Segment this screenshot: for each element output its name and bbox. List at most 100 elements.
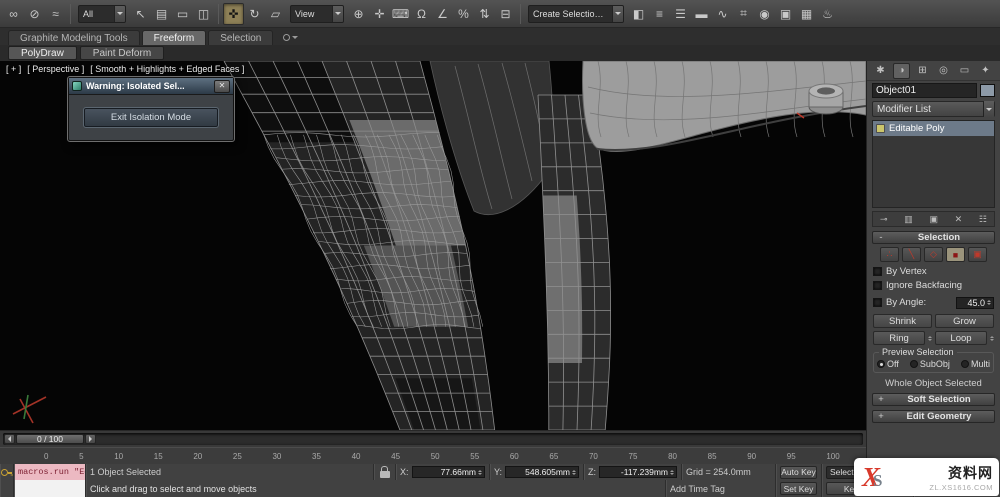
object-color-swatch[interactable] <box>980 84 995 97</box>
close-icon[interactable]: ✕ <box>214 79 230 93</box>
layer-manager-icon[interactable]: ☰ <box>670 3 691 25</box>
macro-recorder-field[interactable]: macros.run "Ed <box>14 464 86 480</box>
align-icon[interactable]: ≡ <box>649 3 670 25</box>
tab-freeform[interactable]: Freeform <box>141 30 207 45</box>
ring-spinner-icon[interactable] <box>928 334 932 343</box>
viewport-shading-menu[interactable]: [ Smooth + Highlights + Edged Faces ] <box>90 64 244 74</box>
tab-selection[interactable]: Selection <box>208 30 274 45</box>
pin-stack-icon[interactable]: ⊸ <box>880 214 888 225</box>
bind-to-space-warp-icon[interactable]: ≈ <box>45 3 66 25</box>
command-tab-modify[interactable]: ◑ <box>893 62 910 79</box>
dialog-title-bar[interactable]: Warning: Isolated Sel... ✕ <box>69 78 233 95</box>
tab-graphite-modeling-tools[interactable]: Graphite Modeling Tools <box>8 30 140 45</box>
command-tab-create[interactable]: ✱ <box>872 63 889 79</box>
ribbon-toggle-icon[interactable]: ▬ <box>691 3 712 25</box>
z-coordinate-field[interactable]: -117.239mm <box>599 466 677 478</box>
spinner-icon[interactable] <box>987 298 991 307</box>
chevron-down-icon[interactable] <box>983 101 994 117</box>
chevron-down-icon[interactable] <box>114 5 125 22</box>
subobject-edge-icon[interactable]: ╲ <box>902 247 921 262</box>
preview-subobj-radio[interactable]: SubObj <box>909 359 950 369</box>
snaps-toggle-icon[interactable]: Ω <box>411 3 432 25</box>
loop-spinner-icon[interactable] <box>990 334 994 343</box>
subobject-border-icon[interactable]: ◇ <box>924 247 943 262</box>
chevron-down-icon[interactable] <box>612 5 623 22</box>
maxscript-listener-field[interactable] <box>14 480 86 497</box>
reference-coordinate-dropdown[interactable]: View <box>290 4 344 23</box>
ignore-backfacing-checkbox[interactable]: Ignore Backfacing <box>873 280 994 291</box>
preview-off-radio[interactable]: Off <box>877 359 899 369</box>
command-tab-motion[interactable]: ◎ <box>935 63 952 79</box>
exit-isolation-mode-button[interactable]: Exit Isolation Mode <box>83 107 219 128</box>
select-and-scale-icon[interactable]: ▱ <box>265 3 286 25</box>
preview-multi-radio[interactable]: Multi <box>960 359 990 369</box>
command-tab-hierarchy[interactable]: ⊞ <box>914 63 931 79</box>
make-unique-icon[interactable]: ▣ <box>929 214 938 225</box>
by-vertex-checkbox[interactable]: By Vertex <box>873 266 994 277</box>
curve-editor-icon[interactable]: ∿ <box>712 3 733 25</box>
loop-button[interactable]: Loop <box>935 331 987 345</box>
select-by-name-icon[interactable]: ▤ <box>151 3 172 25</box>
perspective-viewport[interactable]: [ + ] [ Perspective ] [ Smooth + Highlig… <box>0 61 866 430</box>
use-pivot-point-center-icon[interactable]: ⊕ <box>348 3 369 25</box>
show-end-result-icon[interactable]: ▥ <box>904 214 913 225</box>
schematic-view-icon[interactable]: ⌗ <box>733 3 754 25</box>
configure-modifier-sets-icon[interactable]: ☷ <box>979 214 987 225</box>
selection-lock-toggle[interactable] <box>374 464 396 480</box>
subtab-polydraw[interactable]: PolyDraw <box>8 46 77 60</box>
material-editor-icon[interactable]: ◉ <box>754 3 775 25</box>
subobject-element-icon[interactable]: ▣ <box>968 247 987 262</box>
command-tab-display[interactable]: ▭ <box>956 63 973 79</box>
mirror-icon[interactable]: ◧ <box>628 3 649 25</box>
angle-value-field[interactable]: 45.0 <box>956 296 994 309</box>
stack-item-editable-poly[interactable]: Editable Poly <box>873 121 994 136</box>
rectangular-selection-region-icon[interactable]: ▭ <box>172 3 193 25</box>
soft-selection-rollout[interactable]: + Soft Selection <box>872 393 995 406</box>
modifier-stack[interactable]: Editable Poly <box>872 120 995 208</box>
y-coordinate-field[interactable]: 548.605mm <box>505 466 579 478</box>
viewport-general-menu[interactable]: [ + ] <box>6 64 21 74</box>
remove-modifier-icon[interactable]: ✕ <box>955 214 963 225</box>
grow-button[interactable]: Grow <box>935 314 994 328</box>
unlink-selection-icon[interactable]: ⊘ <box>24 3 45 25</box>
add-time-tag[interactable]: Add Time Tag <box>666 480 776 497</box>
command-tab-utilities[interactable]: ✦ <box>977 63 994 79</box>
named-selection-sets-dropdown[interactable]: Create Selection Se <box>528 4 624 23</box>
percent-snap-icon[interactable]: % <box>453 3 474 25</box>
selection-rollout-header[interactable]: - Selection <box>872 231 995 244</box>
selection-filter-dropdown[interactable]: All <box>78 4 126 23</box>
select-and-move-icon[interactable]: ✜ <box>223 2 244 25</box>
render-production-icon[interactable]: ♨ <box>817 3 838 25</box>
time-slider[interactable]: 0 / 100 <box>0 430 866 447</box>
time-slider-handle[interactable]: 0 / 100 <box>16 434 84 444</box>
edit-named-selection-sets-icon[interactable]: ⊟ <box>495 3 516 25</box>
next-frame-arrow-icon[interactable] <box>85 434 96 444</box>
window-crossing-icon[interactable]: ◫ <box>193 3 214 25</box>
edit-geometry-rollout[interactable]: + Edit Geometry <box>872 410 995 423</box>
select-and-rotate-icon[interactable]: ↻ <box>244 3 265 25</box>
subobject-polygon-icon[interactable]: ■ <box>946 247 965 262</box>
select-and-link-icon[interactable]: ∞ <box>3 3 24 25</box>
ring-button[interactable]: Ring <box>873 331 925 345</box>
auto-key-button[interactable]: Auto Key <box>780 465 817 479</box>
angle-snap-icon[interactable]: ∠ <box>432 3 453 25</box>
chevron-down-icon[interactable] <box>332 5 343 22</box>
rendered-frame-window-icon[interactable]: ▦ <box>796 3 817 25</box>
ribbon-options-icon[interactable] <box>283 33 299 42</box>
subtab-paint-deform[interactable]: Paint Deform <box>79 46 165 60</box>
by-angle-checkbox[interactable]: By Angle: <box>873 297 926 308</box>
shrink-button[interactable]: Shrink <box>873 314 932 328</box>
subobject-vertex-icon[interactable]: ∴ <box>880 247 899 262</box>
select-object-icon[interactable]: ↖ <box>130 3 151 25</box>
object-name-field[interactable]: Object01 <box>872 83 977 98</box>
render-setup-icon[interactable]: ▣ <box>775 3 796 25</box>
set-key-button[interactable]: Set Key <box>780 482 817 495</box>
time-slider-track[interactable]: 0 / 100 <box>3 433 863 445</box>
spinner-snap-icon[interactable]: ⇅ <box>474 3 495 25</box>
previous-frame-arrow-icon[interactable] <box>4 434 15 444</box>
x-coordinate-field[interactable]: 77.66mm <box>411 466 485 478</box>
viewport-pov-menu[interactable]: [ Perspective ] <box>27 64 84 74</box>
keyboard-shortcut-override-icon[interactable]: ⌨ <box>390 3 411 25</box>
track-bar[interactable]: 0 5 10 15 20 25 30 35 40 45 50 55 60 65 70 75 80 85 90 95 10… <box>0 447 866 464</box>
select-and-manipulate-icon[interactable]: ✛ <box>369 3 390 25</box>
